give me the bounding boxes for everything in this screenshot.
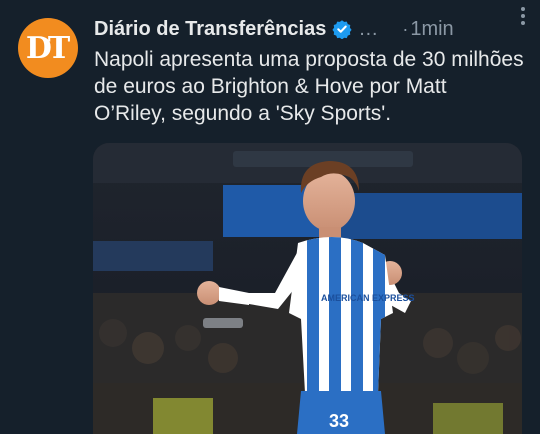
- tweet-header: Diário de Transferências … · 1min: [94, 14, 526, 44]
- handle-truncated[interactable]: …: [358, 18, 378, 41]
- tweet-text: Napoli apresenta uma proposta de 30 milh…: [94, 48, 524, 125]
- player-photo: AMERICAN EXPRESS 33: [93, 143, 522, 434]
- verified-badge-icon: [332, 20, 352, 39]
- shirt-number-text: 33: [329, 411, 349, 431]
- display-name[interactable]: Diário de Transferências: [94, 18, 326, 41]
- shirt-sponsor-text: AMERICAN EXPRESS: [321, 293, 415, 303]
- tweet-photo[interactable]: AMERICAN EXPRESS 33: [93, 143, 522, 434]
- account-avatar[interactable]: DT: [18, 18, 78, 78]
- more-options-icon[interactable]: [512, 6, 534, 26]
- separator-dot: ·: [402, 18, 409, 39]
- timestamp[interactable]: 1min: [410, 18, 453, 41]
- avatar-logo-text: DT: [25, 30, 70, 66]
